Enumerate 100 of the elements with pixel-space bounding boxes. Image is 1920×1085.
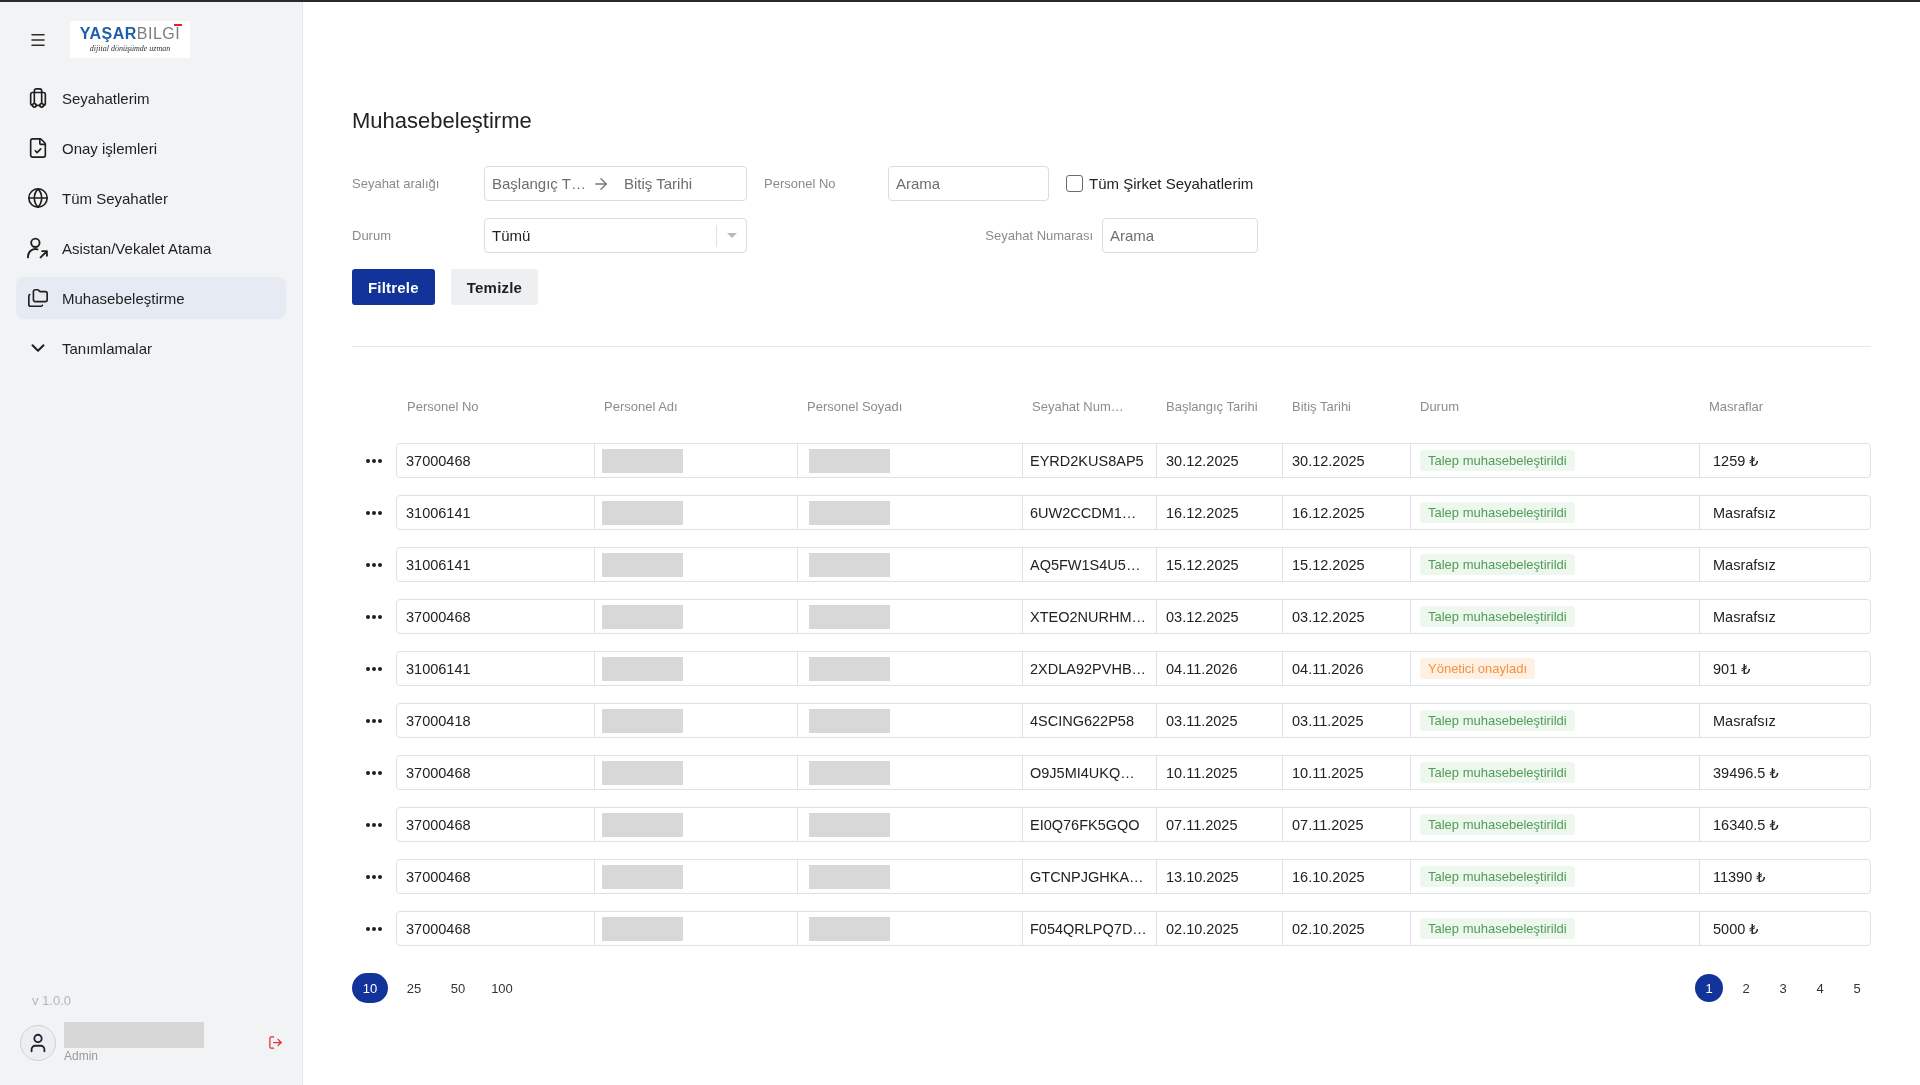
table-cell: 02.10.2025 (1282, 912, 1410, 945)
luggage-icon (27, 87, 49, 109)
page-size-button[interactable]: 100 (484, 973, 520, 1003)
table-cell: 16340.5 ₺ (1699, 808, 1870, 841)
page-size-button[interactable]: 10 (352, 973, 388, 1003)
end-date-input[interactable]: Bitiş Tarihi (624, 171, 746, 196)
status-badge: Talep muhasebeleştirildi (1420, 710, 1575, 731)
document-check-icon (27, 137, 49, 159)
nav-group-item[interactable]: Tanımlamalar (16, 327, 286, 369)
table-cell: 07.11.2025 (1156, 808, 1282, 841)
dots-icon (366, 666, 382, 671)
table-cell: Masrafsız (1699, 704, 1870, 737)
nav-item[interactable]: Seyahatlerim (16, 77, 286, 119)
status-badge: Talep muhasebeleştirildi (1420, 606, 1575, 627)
page-button[interactable]: 2 (1732, 974, 1760, 1002)
field-label: Seyahat Numarası (985, 228, 1093, 243)
folders-icon (27, 287, 49, 309)
table-cell: 04.11.2026 (1156, 652, 1282, 685)
nav-item[interactable]: Onay işlemleri (16, 127, 286, 169)
search-field[interactable]: Arama (888, 166, 1049, 201)
table-cell-text: 37000468 (405, 451, 472, 471)
table-cell-text: 37000418 (405, 711, 472, 731)
table-cell: 02.10.2025 (1156, 912, 1282, 945)
avatar-icon (20, 1024, 56, 1061)
table-cell: 15.12.2025 (1282, 548, 1410, 581)
table-cell: 04.11.2026 (1282, 652, 1410, 685)
start-date-input[interactable]: Başlangıç T… (492, 171, 592, 196)
table-cell: 16.12.2025 (1282, 496, 1410, 529)
table-cell: EYRD2KUS8AP5 (1022, 444, 1156, 477)
clear-button[interactable]: Temizle (450, 269, 539, 305)
status-badge: Talep muhasebeleştirildi (1420, 762, 1575, 783)
dots-icon (366, 458, 382, 463)
table-cell: 10.11.2025 (1282, 756, 1410, 789)
table-cell: XTEO2NURHM… (1022, 600, 1156, 633)
table-cell-text: 37000468 (405, 607, 472, 627)
dots-icon (366, 562, 382, 567)
logout-icon (268, 1035, 283, 1050)
nav-item[interactable]: Asistan/Vekalet Atama (16, 227, 286, 269)
page-size-button[interactable]: 50 (440, 973, 476, 1003)
logout-button[interactable] (268, 1035, 283, 1050)
page-button[interactable]: 5 (1843, 974, 1871, 1002)
table-cell: 03.11.2025 (1156, 704, 1282, 737)
field-label: Personel No (764, 176, 836, 191)
column-header: Personel Adı (603, 398, 678, 414)
table-cell-text: 31006141 (405, 555, 472, 575)
date-range-field[interactable]: Başlangıç T… Bitiş Tarihi (484, 166, 747, 201)
version-text: v 1.0.0 (32, 993, 72, 1008)
table-cell: 30.12.2025 (1282, 444, 1410, 477)
page-size-button[interactable]: 25 (396, 973, 432, 1003)
status-badge: Yönetici onayladı (1420, 658, 1535, 679)
dots-icon (366, 926, 382, 931)
table-cell-text: 37000468 (405, 763, 472, 783)
table-cell: 10.11.2025 (1156, 756, 1282, 789)
dots-icon (366, 718, 382, 723)
caret-down-icon (726, 233, 737, 238)
column-header: Seyahat Num… (1031, 398, 1124, 414)
status-badge: Talep muhasebeleştirildi (1420, 450, 1575, 471)
status-badge: Talep muhasebeleştirildi (1420, 554, 1575, 575)
page-button[interactable]: 4 (1806, 974, 1834, 1002)
table-cell-text: 37000468 (405, 867, 472, 887)
table-cell: 5000 ₺ (1699, 912, 1870, 945)
nav-item[interactable]: Tüm Seyahatler (16, 177, 286, 219)
column-header: Başlangıç Tarihi (1165, 398, 1258, 414)
filter-button[interactable]: Filtrele (352, 269, 435, 305)
table-cell-text: 31006141 (405, 659, 472, 679)
nav-item[interactable]: Muhasebeleştirme (16, 277, 286, 319)
status-select[interactable]: Tümü (484, 218, 747, 253)
checkbox-label[interactable]: Tüm Şirket Seyahatlerim (1089, 175, 1254, 192)
table-cell: AQ5FW1S4U5… (1022, 548, 1156, 581)
user-arrow-icon (27, 237, 49, 259)
table-cell: 03.11.2025 (1282, 704, 1410, 737)
table-cell: 1259 ₺ (1699, 444, 1870, 477)
table-cell: 4SCING622P58 (1022, 704, 1156, 737)
table-cell: Masrafsız (1699, 548, 1870, 581)
checkbox[interactable] (1066, 175, 1083, 192)
dots-icon (366, 874, 382, 879)
field-label: Durum (352, 228, 391, 243)
dots-icon (366, 510, 382, 515)
table-cell: 15.12.2025 (1156, 548, 1282, 581)
table-cell: 901 ₺ (1699, 652, 1870, 685)
page-button[interactable]: 1 (1695, 974, 1723, 1002)
table-cell: Masrafsız (1699, 600, 1870, 633)
table-cell: 13.10.2025 (1156, 860, 1282, 893)
table-cell: 16.10.2025 (1282, 860, 1410, 893)
table-cell-text: 37000468 (405, 815, 472, 835)
table-cell: Masrafsız (1699, 496, 1870, 529)
search-field[interactable]: Arama (1102, 218, 1258, 253)
table-cell: 03.12.2025 (1156, 600, 1282, 633)
page-title: Muhasebeleştirme (352, 107, 532, 135)
column-header: Bitiş Tarihi (1291, 398, 1351, 414)
table-cell: 16.12.2025 (1156, 496, 1282, 529)
table-cell-text: 37000468 (405, 919, 472, 939)
page-button[interactable]: 3 (1769, 974, 1797, 1002)
table-cell: 07.11.2025 (1282, 808, 1410, 841)
column-header: Personel Soyadı (806, 398, 903, 414)
table-cell: 03.12.2025 (1282, 600, 1410, 633)
dots-icon (366, 614, 382, 619)
status-badge: Talep muhasebeleştirildi (1420, 814, 1575, 835)
table-cell: GTCNPJGHKA… (1022, 860, 1156, 893)
table-cell: 2XDLA92PVHB… (1022, 652, 1156, 685)
